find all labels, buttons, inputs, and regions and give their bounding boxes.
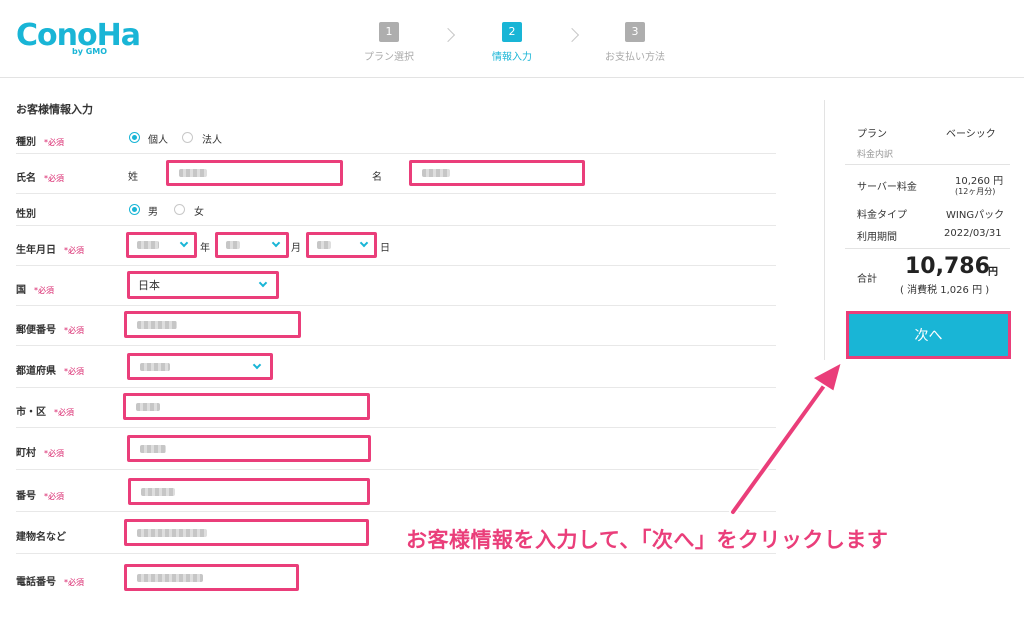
town-input[interactable] (127, 435, 371, 462)
step-chevron-icon (440, 27, 456, 43)
total-amount: 10,786 (905, 254, 990, 279)
chevron-down-icon (359, 238, 369, 248)
type-individual-radio[interactable] (129, 132, 140, 143)
birth-year-select[interactable] (126, 232, 197, 258)
row-prefecture: 都道府県 *必須 (16, 346, 776, 388)
birth-month-select[interactable] (215, 232, 289, 258)
row-postal: 郵便番号 *必須 (16, 306, 776, 346)
row-phone: 電話番号 *必須 (16, 554, 776, 598)
next-button[interactable]: 次へ (846, 311, 1011, 359)
postal-code-input[interactable] (124, 311, 301, 338)
annotation-text: お客様情報を入力して、「次へ」をクリックします (406, 528, 889, 552)
step-plan-select: 1 プラン選択 (344, 20, 434, 63)
city-input[interactable] (123, 393, 370, 420)
conoha-logo[interactable]: ConoHa by GMO (16, 16, 141, 60)
row-gender: 性別 男 女 (16, 194, 776, 226)
form-title: お客様情報入力 (16, 103, 93, 116)
birth-day-select[interactable] (306, 232, 377, 258)
address-number-input[interactable] (128, 478, 370, 505)
chevron-down-icon (258, 278, 268, 288)
first-name-input[interactable] (409, 160, 585, 186)
summary-divider (824, 100, 825, 360)
step-info-input: 2 情報入力 (467, 20, 557, 63)
row-name: 氏名 *必須 姓 名 (16, 154, 776, 194)
row-country: 国 *必須 日本 (16, 266, 776, 306)
chevron-down-icon (179, 238, 189, 248)
prefecture-select[interactable] (127, 353, 273, 380)
chevron-down-icon (252, 360, 262, 369)
type-corporate-radio[interactable] (182, 132, 193, 143)
row-city: 市・区 *必須 (16, 388, 776, 428)
step-chevron-icon (564, 27, 580, 43)
step-payment: 3 お支払い方法 (590, 20, 680, 63)
row-town: 町村 *必須 (16, 428, 776, 470)
header: ConoHa by GMO 1 プラン選択 2 情報入力 3 お支払い方法 (0, 0, 1024, 78)
row-type: 種別 *必須 個人 法人 (16, 122, 776, 154)
gender-male-radio[interactable] (129, 204, 140, 215)
row-birthday: 生年月日 *必須 年 月 日 (16, 226, 776, 266)
phone-input[interactable] (124, 564, 299, 591)
country-select[interactable]: 日本 (127, 271, 279, 299)
last-name-input[interactable] (166, 160, 343, 186)
building-input[interactable] (124, 519, 369, 546)
row-number: 番号 *必須 (16, 470, 776, 512)
chevron-down-icon (271, 238, 281, 248)
gender-female-radio[interactable] (174, 204, 185, 215)
